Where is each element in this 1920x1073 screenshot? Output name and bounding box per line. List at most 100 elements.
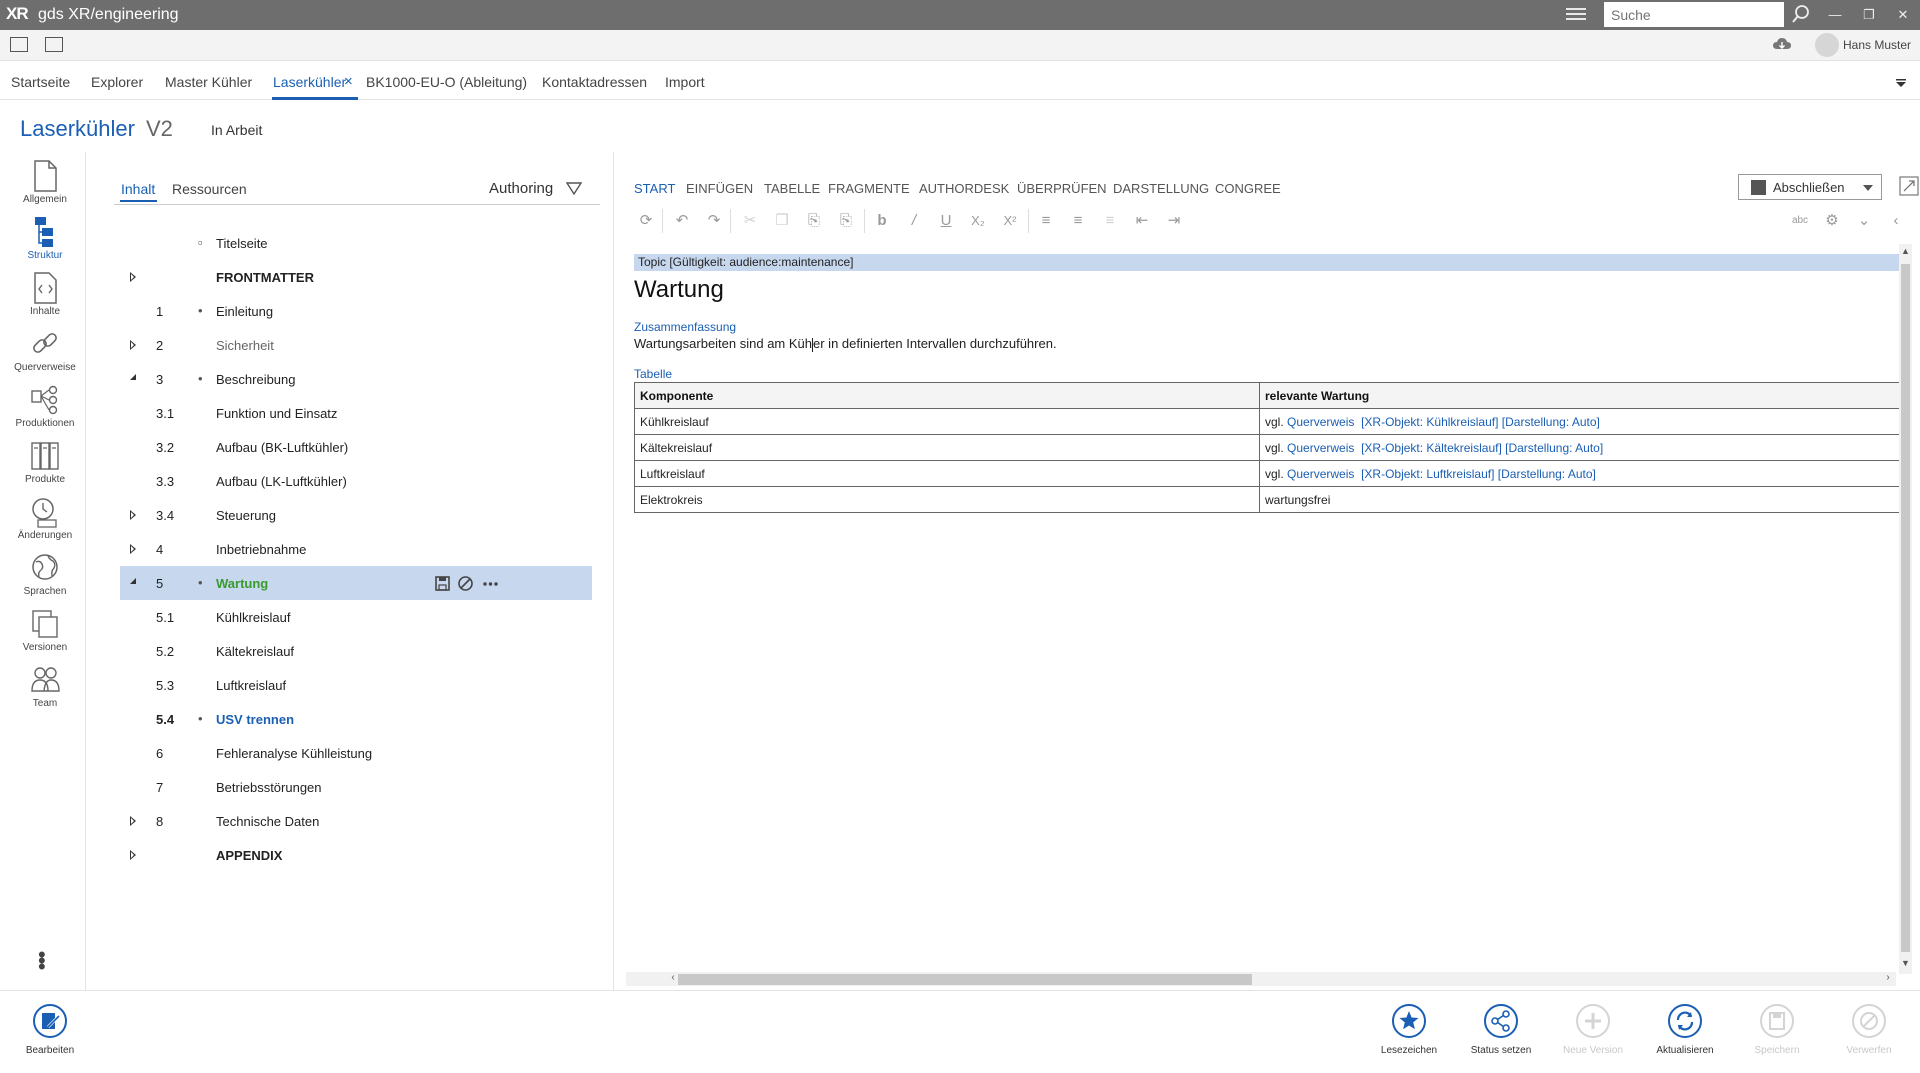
refresh-button[interactable]: Aktualisieren (1645, 1003, 1725, 1056)
avatar[interactable] (1815, 33, 1839, 57)
nav-querverweise[interactable]: Querverweise (4, 328, 86, 373)
bold-icon[interactable]: b (872, 211, 892, 231)
nav-produkte[interactable]: Produkte (4, 440, 86, 485)
tab-inhalt[interactable]: Inhalt (121, 181, 155, 197)
tab-bk1000[interactable]: BK1000-EU-O (Ableitung) (366, 74, 527, 90)
scroll-thumb[interactable] (1901, 264, 1910, 952)
nav-versionen[interactable]: Versionen (4, 608, 86, 653)
discard-button[interactable]: Verwerfen (1829, 1003, 1909, 1056)
expand-icon[interactable] (130, 340, 136, 350)
table-cell-maintenance[interactable]: vgl. Querverweis [XR-Objekt: Kältekreisl… (1259, 434, 1904, 461)
more-icon[interactable]: • • • (38, 944, 46, 978)
set-status-button[interactable]: Status setzen (1461, 1003, 1541, 1056)
edit-button[interactable]: Bearbeiten (10, 1003, 90, 1056)
tree-node[interactable]: 7 Betriebsstörungen (120, 770, 592, 804)
expand-icon[interactable] (1899, 176, 1919, 196)
scroll-up-icon[interactable]: ▲ (1899, 246, 1912, 259)
table-cell-maintenance[interactable]: wartungsfrei (1259, 486, 1904, 513)
cross-reference-target[interactable]: [XR-Objekt: Kältekreislauf] [Darstellung… (1361, 441, 1603, 455)
topic-bar[interactable]: Topic [Gültigkeit: audience:maintenance] (634, 254, 1904, 271)
outdent-icon[interactable]: ⇤ (1132, 211, 1152, 231)
tree-node[interactable]: 8 Technische Daten (120, 804, 592, 838)
search-input[interactable] (1604, 2, 1784, 27)
tree-node[interactable]: 3.3 Aufbau (LK-Luftkühler) (120, 464, 592, 498)
ribbon-tab-fragmente[interactable]: FRAGMENTE (828, 181, 910, 196)
cross-reference-link[interactable]: Querverweis (1287, 415, 1354, 429)
ribbon-tab-einfuegen[interactable]: EINFÜGEN (686, 181, 753, 196)
paste-special-icon[interactable]: ⎘ (836, 211, 856, 231)
bullet-list-icon[interactable]: ≡ (1036, 211, 1056, 231)
scroll-down-icon[interactable]: ▼ (1899, 958, 1912, 971)
expand-icon[interactable] (130, 544, 136, 554)
restore-icon[interactable]: ❐ (1858, 4, 1880, 26)
nav-allgemein[interactable]: Allgemein (4, 160, 86, 205)
discard-icon[interactable] (457, 575, 474, 592)
tab-laserkuehler[interactable]: Laserkühler (273, 74, 346, 90)
more-icon[interactable] (482, 575, 499, 592)
tree-node[interactable]: 3.4 Steuerung (120, 498, 592, 532)
tree-node[interactable]: 3.2 Aufbau (BK-Luftkühler) (120, 430, 592, 464)
tree-node[interactable]: 3.1 Funktion und Einsatz (120, 396, 592, 430)
finish-button[interactable]: Abschließen (1738, 174, 1882, 200)
topic-heading[interactable]: Wartung (634, 276, 724, 304)
filter-icon[interactable] (566, 182, 582, 196)
tab-startseite[interactable]: Startseite (11, 74, 70, 90)
ribbon-tab-start[interactable]: START (634, 181, 675, 196)
expand-icon[interactable] (130, 850, 136, 860)
nav-struktur[interactable]: Struktur (4, 216, 86, 261)
mode-selector[interactable]: Authoring (489, 180, 553, 197)
bookmark-button[interactable]: Lesezeichen (1369, 1003, 1449, 1056)
paste-icon[interactable]: ⎘ (804, 211, 824, 231)
tree-node[interactable]: 5 • Wartung (120, 566, 592, 600)
gear-icon[interactable]: ⚙ (1822, 211, 1842, 231)
panel-left-icon[interactable] (10, 37, 28, 52)
panel-right-icon[interactable] (45, 37, 63, 52)
underline-icon[interactable]: U (936, 211, 956, 231)
nav-team[interactable]: Team (4, 664, 86, 709)
user-name[interactable]: Hans Muster (1843, 38, 1911, 52)
tree-node[interactable]: 1 • Einleitung (120, 294, 592, 328)
chevron-down-icon[interactable]: ⌄ (1854, 211, 1874, 231)
expand-icon[interactable] (130, 272, 136, 282)
save-icon[interactable] (434, 575, 451, 592)
chevron-down-icon[interactable] (1863, 185, 1873, 191)
copy-icon[interactable]: ❐ (772, 211, 792, 231)
ribbon-tab-authordesk[interactable]: AUTHORDESK (919, 181, 1009, 196)
subscript-icon[interactable]: X₂ (968, 211, 988, 231)
cross-reference-link[interactable]: Querverweis (1287, 467, 1354, 481)
spellcheck-icon[interactable]: abc (1790, 211, 1810, 231)
tree-node[interactable]: 2 Sicherheit (120, 328, 592, 362)
tab-ressourcen[interactable]: Ressourcen (172, 181, 247, 197)
tree-node[interactable]: APPENDIX (120, 838, 592, 872)
tree-node[interactable]: 5.4 • USV trennen (120, 702, 592, 736)
nav-aenderungen[interactable]: Änderungen (4, 496, 86, 541)
cloud-icon[interactable] (1772, 36, 1792, 52)
table-cell-component[interactable]: Kühlkreislauf (634, 408, 1260, 435)
close-tab-icon[interactable]: × (344, 73, 353, 90)
list-icon[interactable]: ≡ (1100, 211, 1120, 231)
summary-paragraph[interactable]: Wartungsarbeiten sind am Küher in defini… (634, 336, 1057, 352)
cross-reference-target[interactable]: [XR-Objekt: Luftkreislauf] [Darstellung:… (1361, 467, 1596, 481)
collapse-icon[interactable] (130, 578, 136, 584)
table-cell-component[interactable]: Kältekreislauf (634, 434, 1260, 461)
sync-icon[interactable]: ⟳ (636, 211, 656, 231)
nav-produktionen[interactable]: Produktionen (4, 384, 86, 429)
collapse-icon[interactable] (130, 374, 136, 380)
table-cell-component[interactable]: Elektrokreis (634, 486, 1260, 513)
menu-icon[interactable] (1566, 5, 1586, 23)
save-button[interactable]: Speichern (1737, 1003, 1817, 1056)
tree-node[interactable]: 3 • Beschreibung (120, 362, 592, 396)
table-cell-maintenance[interactable]: vgl. Querverweis [XR-Objekt: Luftkreisla… (1259, 460, 1904, 487)
tree-node[interactable]: 4 Inbetriebnahme (120, 532, 592, 566)
nav-inhalte[interactable]: Inhalte (4, 272, 86, 317)
tab-master-kuehler[interactable]: Master Kühler (165, 74, 252, 90)
redo-icon[interactable]: ↷ (704, 211, 724, 231)
tree-node[interactable]: FRONTMATTER (120, 260, 592, 294)
expand-icon[interactable] (130, 510, 136, 520)
tree-node[interactable]: 6 Fehleranalyse Kühlleistung (120, 736, 592, 770)
italic-icon[interactable]: / (904, 211, 924, 231)
close-window-icon[interactable]: ✕ (1892, 4, 1914, 26)
ribbon-tab-darstellung[interactable]: DARSTELLUNG (1113, 181, 1209, 196)
tree-node[interactable]: ▫ Titelseite (120, 226, 592, 260)
tree-node[interactable]: 5.2 Kältekreislauf (120, 634, 592, 668)
